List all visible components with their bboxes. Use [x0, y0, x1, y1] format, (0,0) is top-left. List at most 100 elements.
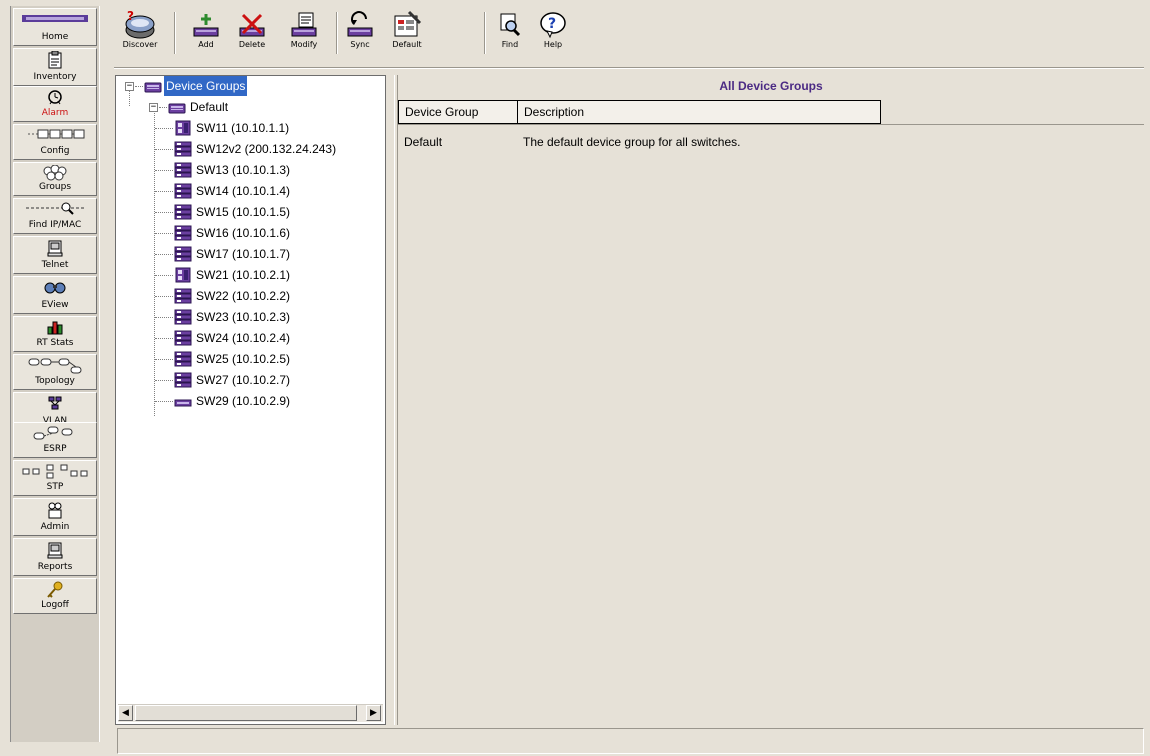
tree-node-device[interactable]: SW11 (10.10.1.1) — [194, 118, 291, 138]
nav-logoff[interactable]: Logoff — [13, 578, 97, 614]
nav-alarm[interactable]: Alarm — [13, 86, 97, 122]
discover-button[interactable]: ? Discover — [116, 10, 164, 60]
scroll-right-arrow-icon[interactable]: ▶ — [366, 705, 381, 721]
toolbar-separator — [174, 12, 176, 54]
nav-reports-label: Reports — [37, 562, 73, 572]
column-header-device-group[interactable]: Device Group — [399, 101, 517, 123]
sync-button[interactable]: Sync — [342, 10, 378, 60]
tree-node-device-groups[interactable]: Device Groups — [164, 76, 248, 96]
switch-stack-icon — [174, 351, 192, 367]
default-button[interactable]: Default — [384, 10, 430, 60]
eview-icon — [14, 279, 96, 297]
tree-line — [155, 191, 173, 192]
tree-line — [155, 380, 173, 381]
tree-line — [155, 128, 173, 129]
tree-node-device[interactable]: SW21 (10.10.2.1) — [194, 265, 292, 285]
switch-stack-icon — [174, 225, 192, 241]
groups-icon — [14, 164, 96, 183]
modify-label: Modify — [290, 40, 318, 49]
stp-icon — [14, 463, 96, 481]
nav-esrp-label: ESRP — [43, 444, 67, 454]
tree-line — [155, 317, 173, 318]
tree-node-default[interactable]: Default — [188, 97, 230, 117]
nav-admin[interactable]: Admin — [13, 498, 97, 536]
tree-label-device: SW15 (10.10.1.5) — [196, 205, 291, 219]
tree-line — [155, 233, 173, 234]
tree-node-device[interactable]: SW29 (10.10.2.9) — [194, 391, 292, 411]
nav-find-ip-mac[interactable]: Find IP/MAC — [13, 198, 97, 234]
switch-stack-icon — [174, 162, 192, 178]
default-icon — [394, 10, 422, 37]
nav-home-label: Home — [41, 32, 69, 42]
svg-text:?: ? — [127, 10, 134, 23]
tree-line — [129, 90, 130, 106]
tree-node-device[interactable]: SW27 (10.10.2.7) — [194, 370, 292, 390]
tree-node-device[interactable]: SW16 (10.10.1.6) — [194, 223, 292, 243]
tree-node-device[interactable]: SW23 (10.10.2.3) — [194, 307, 292, 327]
nav-groups-label: Groups — [38, 182, 72, 192]
delete-label: Delete — [238, 40, 266, 49]
tree-label-device: SW25 (10.10.2.5) — [196, 352, 291, 366]
tree-collapse-default[interactable]: − — [149, 103, 158, 112]
tree-node-device[interactable]: SW12v2 (200.132.24.243) — [194, 139, 338, 159]
nav-logoff-label: Logoff — [41, 600, 69, 610]
tree-node-device[interactable]: SW13 (10.10.1.3) — [194, 160, 292, 180]
tree-label-device-groups: Device Groups — [164, 76, 248, 96]
scrollbar-thumb[interactable] — [135, 705, 357, 721]
nav-reports[interactable]: Reports — [13, 538, 97, 576]
help-button[interactable]: ? Help — [534, 10, 572, 60]
tree-label-device: SW16 (10.10.1.6) — [196, 226, 291, 240]
tree-label-device: SW24 (10.10.2.4) — [196, 331, 291, 345]
tree-node-device[interactable]: SW14 (10.10.1.4) — [194, 181, 292, 201]
nav-admin-label: Admin — [40, 522, 70, 532]
column-header-description[interactable]: Description — [518, 101, 880, 123]
modify-button[interactable]: Modify — [280, 10, 328, 60]
tree-line — [159, 107, 167, 108]
switch-stack-icon — [174, 330, 192, 346]
left-nav: Home Inventory Alarm Config Groups Find … — [10, 6, 100, 742]
nav-eview[interactable]: EView — [13, 276, 97, 314]
toolbar-separator — [484, 12, 486, 54]
table-header: Device Group Description — [398, 100, 881, 124]
nav-inventory[interactable]: Inventory — [13, 48, 97, 86]
switch-chassis-icon — [175, 120, 191, 136]
default-label: Default — [392, 40, 422, 49]
tree-horizontal-scrollbar[interactable]: ◀ ▶ — [118, 704, 383, 722]
device-group-icon — [144, 82, 162, 93]
tree-label-device: SW21 (10.10.2.1) — [196, 268, 291, 282]
tree-label-default: Default — [190, 100, 229, 114]
nav-telnet-label: Telnet — [41, 260, 69, 270]
find-button[interactable]: Find — [492, 10, 528, 60]
sync-icon — [347, 11, 373, 37]
nav-groups[interactable]: Groups — [13, 162, 97, 196]
nav-config[interactable]: Config — [13, 124, 97, 160]
tree-node-device[interactable]: SW24 (10.10.2.4) — [194, 328, 292, 348]
tree-line — [155, 275, 173, 276]
switch-stack-icon — [174, 183, 192, 199]
delete-button[interactable]: Delete — [228, 10, 276, 60]
scroll-left-arrow-icon[interactable]: ◀ — [118, 705, 133, 721]
tree-node-device[interactable]: SW25 (10.10.2.5) — [194, 349, 292, 369]
nav-telnet[interactable]: Telnet — [13, 236, 97, 274]
nav-stp-label: STP — [46, 482, 64, 492]
tree-line — [155, 170, 173, 171]
nav-rt-stats[interactable]: RT Stats — [13, 316, 97, 352]
nav-inventory-label: Inventory — [33, 72, 77, 82]
nav-topology[interactable]: Topology — [13, 354, 97, 390]
rt-stats-icon — [14, 319, 96, 337]
nav-esrp[interactable]: ESRP — [13, 422, 97, 458]
tree-node-device[interactable]: SW17 (10.10.1.7) — [194, 244, 292, 264]
add-button[interactable]: Add — [186, 10, 226, 60]
tree-collapse-root[interactable]: − — [125, 82, 134, 91]
nav-rt-stats-label: RT Stats — [36, 338, 74, 348]
header-divider — [398, 124, 1144, 125]
logoff-key-icon — [14, 581, 96, 599]
vlan-icon — [14, 395, 96, 413]
tree-node-device[interactable]: SW22 (10.10.2.2) — [194, 286, 292, 306]
nav-home[interactable]: Home — [13, 8, 97, 46]
tree-label-device: SW12v2 (200.132.24.243) — [196, 142, 337, 156]
nav-config-label: Config — [40, 146, 70, 156]
nav-stp[interactable]: STP — [13, 460, 97, 496]
tree-node-device[interactable]: SW15 (10.10.1.5) — [194, 202, 292, 222]
telnet-icon — [14, 239, 96, 257]
